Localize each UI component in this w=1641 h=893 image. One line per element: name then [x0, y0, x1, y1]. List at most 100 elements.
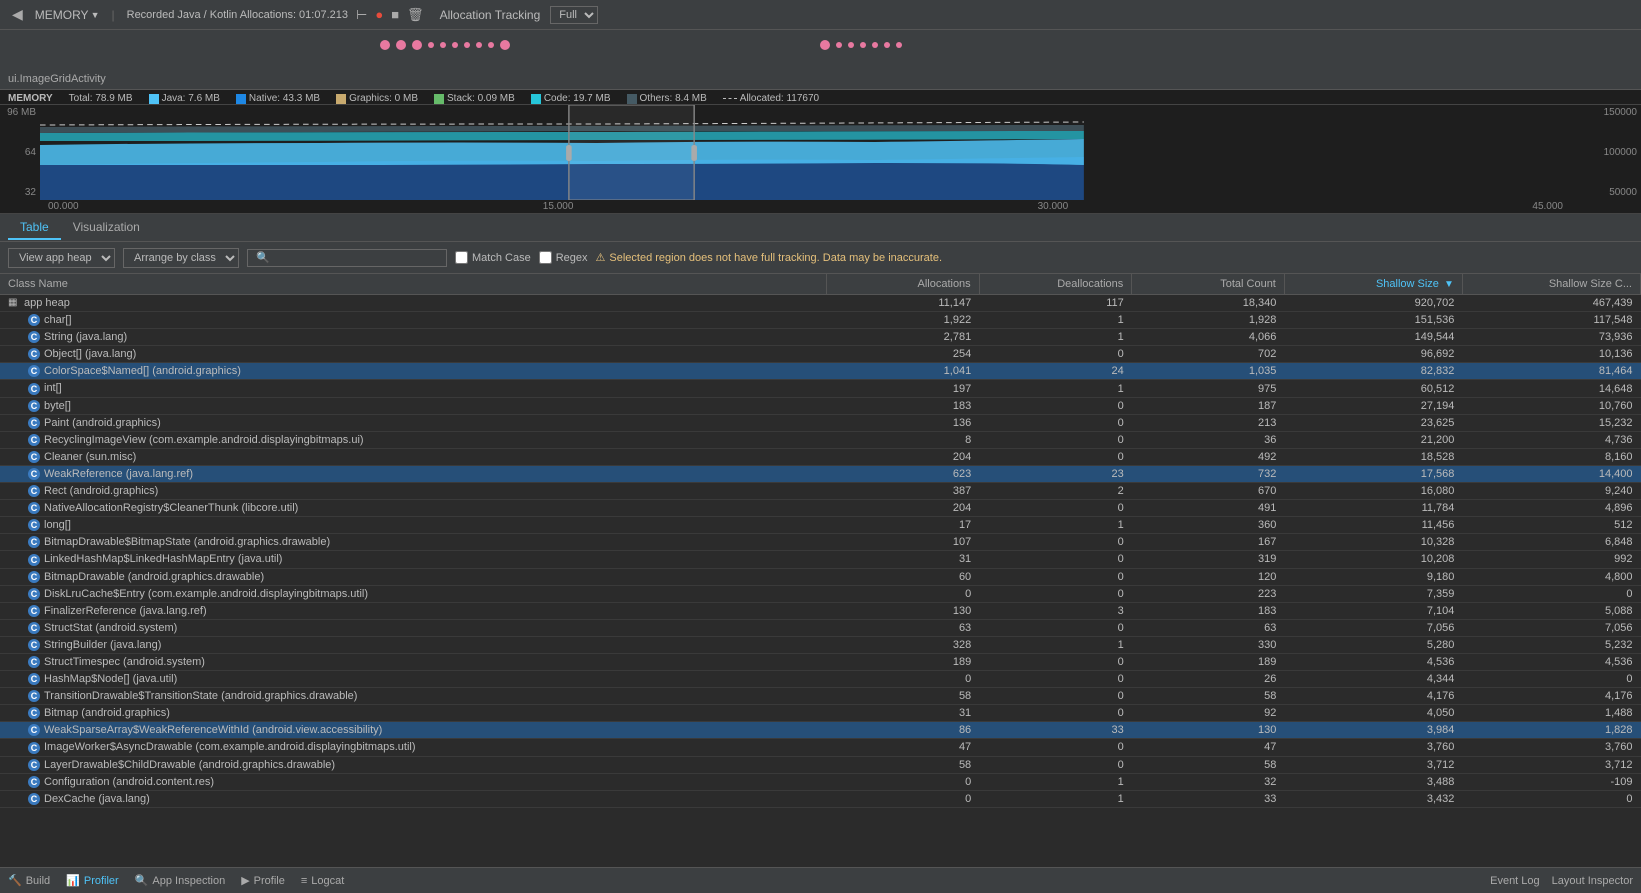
row-classname: CWeakSparseArray$WeakReferenceWithId (an…: [0, 722, 827, 739]
col-header-total-count[interactable]: Total Count: [1132, 274, 1285, 295]
back-button[interactable]: ◀: [8, 4, 27, 25]
row-allocations: 107: [827, 534, 980, 551]
row-total: 319: [1132, 551, 1285, 568]
table-row[interactable]: CWeakReference (java.lang.ref)6232373217…: [0, 465, 1641, 482]
bottom-profiler-tab[interactable]: 📊 Profiler: [66, 874, 119, 887]
row-total: 120: [1132, 568, 1285, 585]
arrange-by-class-dropdown[interactable]: Arrange by class: [123, 248, 239, 268]
row-deallocations: 0: [979, 346, 1132, 363]
col-header-deallocations[interactable]: Deallocations: [979, 274, 1132, 295]
table-row[interactable]: CConfiguration (android.content.res)0132…: [0, 773, 1641, 790]
bottom-profile-tab[interactable]: ▶ Profile: [241, 874, 285, 887]
tab-visualization[interactable]: Visualization: [61, 216, 152, 240]
row-shallow: 96,692: [1284, 346, 1462, 363]
row-deallocations: 0: [979, 568, 1132, 585]
row-shallow: 21,200: [1284, 431, 1462, 448]
row-classname: CDiskLruCache$Entry (com.example.android…: [0, 585, 827, 602]
table-row[interactable]: CStructTimespec (android.system)18901894…: [0, 653, 1641, 670]
table-row[interactable]: CObject[] (java.lang)254070296,69210,136: [0, 346, 1641, 363]
row-shallow: 16,080: [1284, 483, 1462, 500]
match-case-checkbox[interactable]: [455, 251, 468, 264]
row-total: 670: [1132, 483, 1285, 500]
memory-chevron-icon[interactable]: ▼: [91, 10, 100, 20]
table-row[interactable]: CString (java.lang)2,78114,066149,54473,…: [0, 329, 1641, 346]
table-row[interactable]: CLinkedHashMap$LinkedHashMapEntry (java.…: [0, 551, 1641, 568]
full-dropdown[interactable]: Full: [550, 6, 598, 24]
right-label-1: 150000: [1575, 107, 1637, 118]
table-row[interactable]: CNativeAllocationRegistry$CleanerThunk (…: [0, 500, 1641, 517]
record-icon[interactable]: ●: [375, 7, 383, 22]
data-table-container[interactable]: Class Name Allocations Deallocations Tot…: [0, 274, 1641, 867]
table-row[interactable]: CBitmap (android.graphics)310924,0501,48…: [0, 705, 1641, 722]
row-deallocations: 1: [979, 636, 1132, 653]
row-classname: CBitmapDrawable (android.graphics.drawab…: [0, 568, 827, 585]
col-header-shallow-size-c[interactable]: Shallow Size C...: [1462, 274, 1640, 295]
row-shallow: 7,359: [1284, 585, 1462, 602]
bottom-build-tab[interactable]: 🔨 Build: [8, 874, 50, 887]
table-row[interactable]: CBitmapDrawable$BitmapState (android.gra…: [0, 534, 1641, 551]
table-row[interactable]: Clong[]17136011,456512: [0, 517, 1641, 534]
search-input[interactable]: [247, 249, 447, 267]
row-total: 1,928: [1132, 312, 1285, 329]
row-shallow: 3,984: [1284, 722, 1462, 739]
table-row[interactable]: CHashMap$Node[] (java.util)00264,3440: [0, 671, 1641, 688]
chart-svg-container[interactable]: [40, 105, 1571, 200]
delete-icon[interactable]: 🗑: [407, 7, 424, 23]
row-deallocations: 0: [979, 756, 1132, 773]
table-row[interactable]: CTransitionDrawable$TransitionState (and…: [0, 688, 1641, 705]
table-row[interactable]: Cchar[]1,92211,928151,536117,548: [0, 312, 1641, 329]
col-header-allocations[interactable]: Allocations: [827, 274, 980, 295]
class-icon: C: [28, 656, 40, 668]
class-name-text: ColorSpace$Named[] (android.graphics): [44, 365, 241, 377]
event-log-tab[interactable]: Event Log: [1490, 875, 1540, 887]
class-icon: C: [28, 605, 40, 617]
bookmark-icon[interactable]: ⊢: [356, 7, 367, 23]
memory-dropdown[interactable]: MEMORY ▼: [35, 8, 100, 22]
bottom-logcat-tab[interactable]: ≡ Logcat: [301, 875, 344, 887]
col-header-classname[interactable]: Class Name: [0, 274, 827, 295]
table-row[interactable]: CRect (android.graphics)387267016,0809,2…: [0, 483, 1641, 500]
table-row[interactable]: CLayerDrawable$ChildDrawable (android.gr…: [0, 756, 1641, 773]
layout-inspector-tab[interactable]: Layout Inspector: [1552, 875, 1633, 887]
table-row[interactable]: CFinalizerReference (java.lang.ref)13031…: [0, 602, 1641, 619]
row-classname: CTransitionDrawable$TransitionState (and…: [0, 688, 827, 705]
match-case-checkbox-label[interactable]: Match Case: [455, 251, 531, 264]
row-shallow: 11,784: [1284, 500, 1462, 517]
logcat-icon: ≡: [301, 875, 307, 887]
row-classname: Cint[]: [0, 380, 827, 397]
table-row[interactable]: Cbyte[]183018727,19410,760: [0, 397, 1641, 414]
table-row[interactable]: CCleaner (sun.misc)204049218,5288,160: [0, 448, 1641, 465]
regex-checkbox-label[interactable]: Regex: [539, 251, 588, 264]
row-allocations: 204: [827, 500, 980, 517]
dots-row-right: [820, 40, 902, 50]
row-shallow: 3,760: [1284, 739, 1462, 756]
row-allocations: 623: [827, 465, 980, 482]
table-row[interactable]: CWeakSparseArray$WeakReferenceWithId (an…: [0, 722, 1641, 739]
table-row[interactable]: CRecyclingImageView (com.example.android…: [0, 431, 1641, 448]
table-row[interactable]: Cint[]197197560,51214,648: [0, 380, 1641, 397]
row-deallocations: 3: [979, 602, 1132, 619]
table-row[interactable]: CImageWorker$AsyncDrawable (com.example.…: [0, 739, 1641, 756]
table-row[interactable]: CPaint (android.graphics)136021323,62515…: [0, 414, 1641, 431]
table-row[interactable]: CColorSpace$Named[] (android.graphics)1,…: [0, 363, 1641, 380]
row-classname: CFinalizerReference (java.lang.ref): [0, 602, 827, 619]
row-deallocations: 0: [979, 619, 1132, 636]
table-row[interactable]: CStringBuilder (java.lang)32813305,2805,…: [0, 636, 1641, 653]
table-row[interactable]: CStructStat (android.system)630637,0567,…: [0, 619, 1641, 636]
table-row[interactable]: CDexCache (java.lang)01333,4320: [0, 790, 1641, 807]
tab-table[interactable]: Table: [8, 216, 61, 240]
time-45: 45.000: [1532, 201, 1563, 212]
table-row[interactable]: ▦app heap11,14711718,340920,702467,439: [0, 295, 1641, 312]
row-deallocations: 23: [979, 465, 1132, 482]
table-row[interactable]: CDiskLruCache$Entry (com.example.android…: [0, 585, 1641, 602]
table-row[interactable]: CBitmapDrawable (android.graphics.drawab…: [0, 568, 1641, 585]
profile-label: Profile: [254, 875, 285, 887]
row-shallowc: 512: [1462, 517, 1640, 534]
view-app-heap-dropdown[interactable]: View app heap: [8, 248, 115, 268]
stop-icon[interactable]: ■: [391, 7, 399, 22]
bottom-app-inspection-tab[interactable]: 🔍 App Inspection: [135, 874, 225, 887]
class-icon: C: [28, 724, 40, 736]
chart-header: MEMORY Total: 78.9 MB Java: 7.6 MB Nativ…: [0, 90, 1641, 105]
regex-checkbox[interactable]: [539, 251, 552, 264]
col-header-shallow-size[interactable]: Shallow Size ▼: [1284, 274, 1462, 295]
